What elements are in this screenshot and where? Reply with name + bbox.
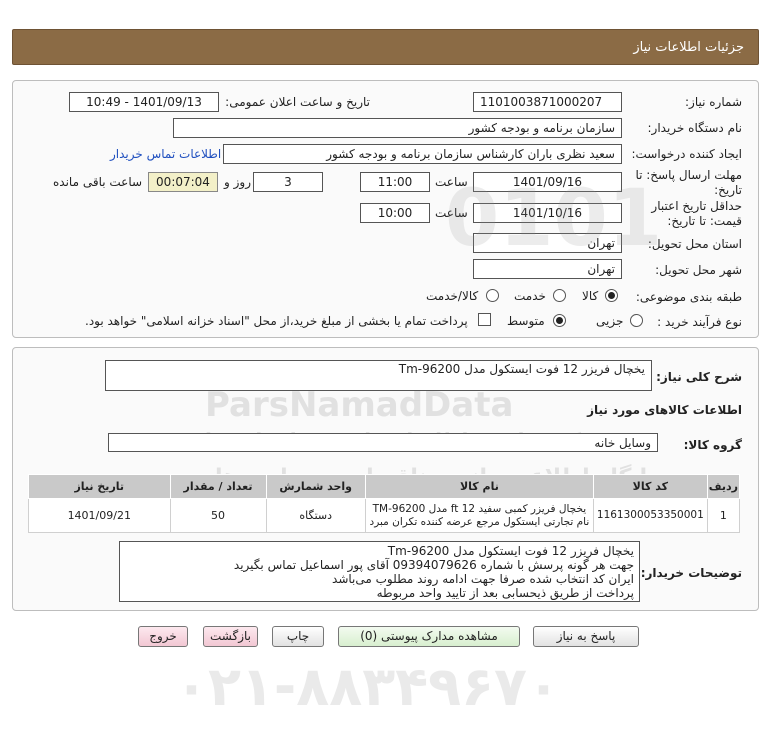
- category-service-radio[interactable]: [553, 289, 566, 302]
- category-goods-label: کالا: [582, 289, 599, 303]
- reply-button[interactable]: پاسخ به نیاز: [533, 626, 639, 647]
- validity-time-field: 10:00: [360, 203, 430, 223]
- process-minor-label: جزیی: [596, 314, 624, 328]
- category-label: طبقه بندی موضوعی:: [635, 290, 742, 304]
- goods-group-label: گروه کالا:: [683, 438, 742, 452]
- col-unit: واحد شمارش: [265, 474, 366, 499]
- need-number-label: شماره نیاز:: [685, 95, 742, 109]
- city-label: شهر محل تحویل:: [655, 263, 742, 277]
- remaining-time-field: 00:07:04: [148, 172, 218, 192]
- days-field: 3: [253, 172, 323, 192]
- goods-info-title: اطلاعات کالاهای مورد نیاز: [587, 403, 742, 417]
- category-service-label: خدمت: [514, 289, 546, 303]
- requester-label: ایجاد کننده درخواست:: [631, 147, 742, 161]
- attachments-button[interactable]: مشاهده مدارک پیوستی (0): [338, 626, 520, 647]
- treasury-payment-note: پرداخت تمام یا بخشی از مبلغ خرید،از محل …: [85, 314, 468, 328]
- announce-label: تاریخ و ساعت اعلان عمومی:: [225, 95, 370, 109]
- row-unit: دستگاه: [265, 498, 366, 533]
- buyer-note-line: ایران کد انتخاب شده صرفا جهت ادامه روند …: [332, 572, 634, 586]
- col-qty: تعداد / مقدار: [169, 474, 267, 499]
- page-title: جزئیات اطلاعات نیاز: [12, 29, 759, 65]
- buyer-org-field: سازمان برنامه و بودجه کشور: [173, 118, 622, 138]
- buyer-note-line: جهت هر گونه پرسش با شماره 09394079626 آق…: [233, 558, 634, 572]
- col-name: نام کالا: [364, 474, 594, 499]
- process-label: نوع فرآیند خرید :: [657, 315, 742, 329]
- row-name: یخچال فریزر کمبی سفید 12 ft مدل TM-96200…: [364, 498, 594, 533]
- col-index: ردیف: [706, 474, 741, 499]
- buyer-notes-field: یخچال فریزر 12 فوت ایستکول مدل Tm-96200 …: [119, 541, 640, 602]
- goods-table: ردیف کد کالا نام کالا واحد شمارش تعداد /…: [28, 474, 741, 533]
- watermark-phone: ۰۲۱-۸۸۳۴۹۶۷۰: [175, 655, 560, 718]
- buyer-note-line: پرداخت از طریق ذیحسابی بعد از تایید واحد…: [376, 586, 634, 600]
- print-button[interactable]: چاپ: [272, 626, 324, 647]
- row-index: 1: [706, 498, 741, 533]
- buyer-note-line: یخچال فریزر 12 فوت ایستکول مدل Tm-96200: [387, 544, 634, 558]
- col-code: کد کالا: [592, 474, 708, 499]
- contact-buyer-link[interactable]: اطلاعات تماس خریدار: [110, 147, 221, 161]
- remaining-label: ساعت باقی مانده: [53, 175, 143, 189]
- goods-group-field: وسایل خانه: [108, 433, 658, 452]
- summary-label: شرح کلی نیاز:: [656, 370, 742, 384]
- category-goods-service-label: کالا/خدمت: [426, 289, 479, 303]
- process-medium-label: متوسط: [507, 314, 545, 328]
- announce-field: 1401/09/13 - 10:49: [69, 92, 219, 112]
- requester-field: سعید نظری باران کارشناس سازمان برنامه و …: [223, 144, 622, 164]
- col-date: تاریخ نیاز: [28, 474, 171, 499]
- goods-table-header: ردیف کد کالا نام کالا واحد شمارش تعداد /…: [28, 474, 741, 499]
- summary-field: یخچال فریزر 12 فوت ایستکول مدل Tm-96200: [105, 360, 652, 391]
- need-number-field: 1101003871000207: [473, 92, 622, 112]
- watermark-digits: 0101: [445, 174, 663, 264]
- reply-time-field: 11:00: [360, 172, 430, 192]
- watermark-brand: ParsNamadData: [205, 385, 514, 425]
- category-goods-service-radio[interactable]: [486, 289, 499, 302]
- back-button[interactable]: بازگشت: [203, 626, 258, 647]
- days-label: روز و: [224, 175, 251, 189]
- treasury-payment-checkbox[interactable]: [478, 313, 491, 326]
- process-minor-radio[interactable]: [630, 314, 643, 327]
- row-qty: 50: [169, 498, 267, 533]
- row-date: 1401/09/21: [28, 498, 171, 533]
- table-row: 1 1161300053350001 یخچال فریزر کمبی سفید…: [28, 498, 741, 533]
- row-code: 1161300053350001: [592, 498, 708, 533]
- buyer-notes-label: توضیحات خریدار:: [640, 566, 742, 580]
- process-medium-radio[interactable]: [553, 314, 566, 327]
- exit-button[interactable]: خروج: [138, 626, 188, 647]
- category-goods-radio[interactable]: [605, 289, 618, 302]
- buyer-org-label: نام دستگاه خریدار:: [647, 121, 743, 135]
